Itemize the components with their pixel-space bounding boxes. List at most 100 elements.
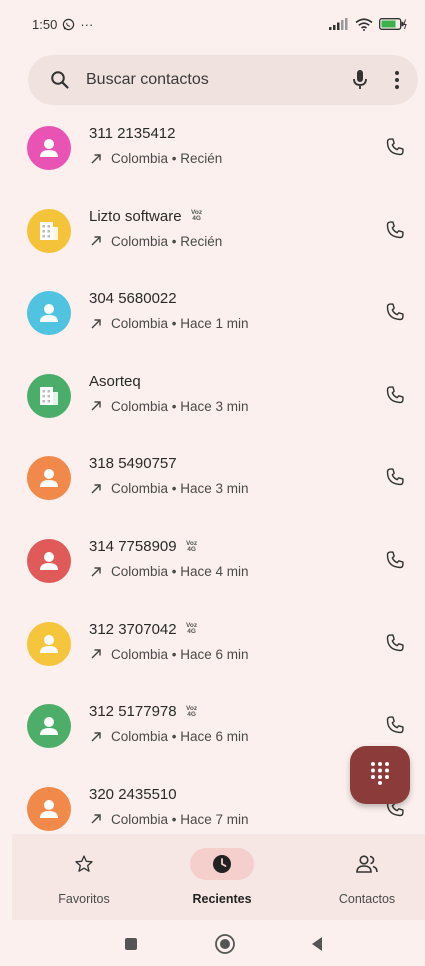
signal-icon	[329, 18, 349, 30]
caller-name: 318 5490757	[89, 455, 177, 473]
whatsapp-icon	[62, 18, 75, 31]
call-detail-line: Colombia • Hace 6 min	[89, 647, 249, 662]
call-detail-line: Colombia • Hace 7 min	[89, 812, 249, 827]
caller-name: Lizto software	[89, 207, 182, 225]
call-detail-line: Colombia • Recién	[89, 151, 222, 166]
person-avatar-icon[interactable]	[27, 539, 71, 583]
search-input[interactable]: Buscar contactos	[86, 71, 352, 89]
call-detail-line: Colombia • Hace 4 min	[89, 564, 249, 579]
outgoing-call-arrow-icon	[89, 318, 103, 330]
outgoing-call-arrow-icon	[89, 566, 103, 578]
status-left: 1:50 ···	[32, 17, 93, 32]
caller-name: 312 3707042	[89, 620, 177, 638]
call-detail-text: Colombia • Hace 4 min	[111, 564, 249, 579]
call-name-line: 312 5177978 Voz 4G	[89, 703, 199, 720]
bottom-navigation: Favoritos Recientes Contactos	[12, 834, 425, 920]
call-detail-text: Colombia • Hace 3 min	[111, 481, 249, 497]
call-log-row[interactable]: 304 5680022 Colombia • Hace 1 min	[0, 283, 425, 363]
call-detail-line: Colombia • Hace 3 min	[89, 399, 249, 414]
search-icon	[50, 70, 70, 90]
phone-icon[interactable]	[382, 464, 408, 490]
outgoing-call-arrow-icon	[89, 731, 103, 743]
person-avatar-icon[interactable]	[27, 126, 71, 170]
person-avatar-icon[interactable]	[27, 621, 71, 666]
more-options-icon[interactable]	[394, 70, 400, 90]
nav-recents-label: Recientes	[192, 892, 252, 906]
call-log-row[interactable]: Asorteq Colombia • Hace 3 min	[0, 366, 425, 446]
caller-name: 311 2135412	[89, 125, 176, 142]
call-detail-text: Colombia • Hace 1 min	[111, 316, 249, 332]
call-log-row[interactable]: 314 7758909 Voz 4G Colombia • Hace 4 min	[0, 531, 425, 611]
call-name-line: 320 2435510	[89, 786, 177, 803]
nav-favorites[interactable]: Favoritos	[24, 848, 144, 906]
call-detail-text: Colombia • Hace 7 min	[111, 811, 249, 827]
call-detail-text: Colombia • Hace 6 min	[111, 646, 249, 662]
person-avatar-icon[interactable]	[27, 456, 71, 501]
star-icon	[52, 848, 116, 880]
nav-contacts-label: Contactos	[338, 892, 396, 906]
outgoing-call-arrow-icon	[89, 153, 103, 165]
phone-icon[interactable]	[382, 134, 408, 160]
call-name-line: Lizto software Voz 4G	[89, 208, 204, 225]
business-avatar-icon[interactable]	[27, 373, 71, 418]
back-button[interactable]	[305, 932, 329, 956]
outgoing-call-arrow-icon	[89, 400, 103, 412]
volte-line2: 4G	[187, 545, 196, 553]
volte-line2: 4G	[192, 215, 201, 223]
call-detail-line: Colombia • Hace 6 min	[89, 729, 249, 744]
caller-name: 312 5177978	[89, 703, 177, 721]
volte-icon: Voz 4G	[185, 622, 199, 636]
microphone-icon[interactable]	[352, 69, 368, 91]
recent-apps-button[interactable]	[119, 932, 143, 956]
phone-icon[interactable]	[382, 712, 408, 738]
call-detail-text: Colombia • Hace 6 min	[111, 729, 249, 745]
call-name-line: 304 5680022	[89, 290, 177, 307]
battery-icon	[379, 18, 407, 30]
volte-line2: 4G	[187, 710, 196, 718]
phone-icon[interactable]	[382, 217, 408, 243]
business-avatar-icon[interactable]	[27, 208, 71, 253]
outgoing-call-arrow-icon	[89, 648, 103, 660]
call-name-line: Asorteq	[89, 373, 141, 390]
volte-icon: Voz 4G	[190, 209, 204, 223]
nav-recents[interactable]: Recientes	[162, 848, 282, 906]
people-icon	[335, 848, 399, 880]
dialpad-button[interactable]	[350, 746, 410, 804]
home-button[interactable]	[213, 932, 237, 956]
search-bar[interactable]: Buscar contactos	[28, 55, 418, 105]
call-name-line: 318 5490757	[89, 455, 177, 472]
status-time: 1:50	[32, 16, 58, 32]
clock-icon	[190, 848, 254, 880]
call-log-row[interactable]: 311 2135412 Colombia • Recién	[0, 118, 425, 198]
caller-name: Asorteq	[89, 372, 141, 390]
phone-icon[interactable]	[382, 299, 408, 325]
status-more: ···	[80, 16, 94, 32]
person-avatar-icon[interactable]	[27, 704, 71, 749]
call-log-row[interactable]: Lizto software Voz 4G Colombia • Recién	[0, 201, 425, 281]
outgoing-call-arrow-icon	[89, 813, 103, 825]
call-detail-text: Colombia • Recién	[111, 233, 223, 249]
status-bar: 1:50 ···	[0, 0, 425, 48]
outgoing-call-arrow-icon	[89, 483, 103, 495]
call-name-line: 314 7758909 Voz 4G	[89, 538, 199, 555]
call-log-row[interactable]: 318 5490757 Colombia • Hace 3 min	[0, 448, 425, 528]
call-log-row[interactable]: 312 3707042 Voz 4G Colombia • Hace 6 min	[0, 614, 425, 694]
person-avatar-icon[interactable]	[27, 291, 71, 336]
phone-icon[interactable]	[382, 547, 408, 573]
call-detail-line: Colombia • Hace 3 min	[89, 481, 249, 496]
caller-name: 304 5680022	[89, 290, 177, 308]
call-detail-line: Colombia • Recién	[89, 234, 222, 249]
dialpad-icon	[370, 761, 390, 790]
phone-icon[interactable]	[382, 382, 408, 408]
phone-icon[interactable]	[382, 630, 408, 656]
volte-line2: 4G	[187, 628, 196, 636]
outgoing-call-arrow-icon	[89, 235, 103, 247]
person-avatar-icon[interactable]	[27, 786, 71, 831]
volte-icon: Voz 4G	[185, 705, 199, 718]
system-navigation-bar	[0, 920, 425, 966]
nav-contacts[interactable]: Contactos	[307, 848, 425, 906]
volte-icon: Voz 4G	[185, 540, 199, 553]
call-name-line: 312 3707042 Voz 4G	[89, 621, 199, 638]
nav-favorites-label: Favoritos	[58, 892, 110, 906]
status-right	[329, 17, 407, 31]
